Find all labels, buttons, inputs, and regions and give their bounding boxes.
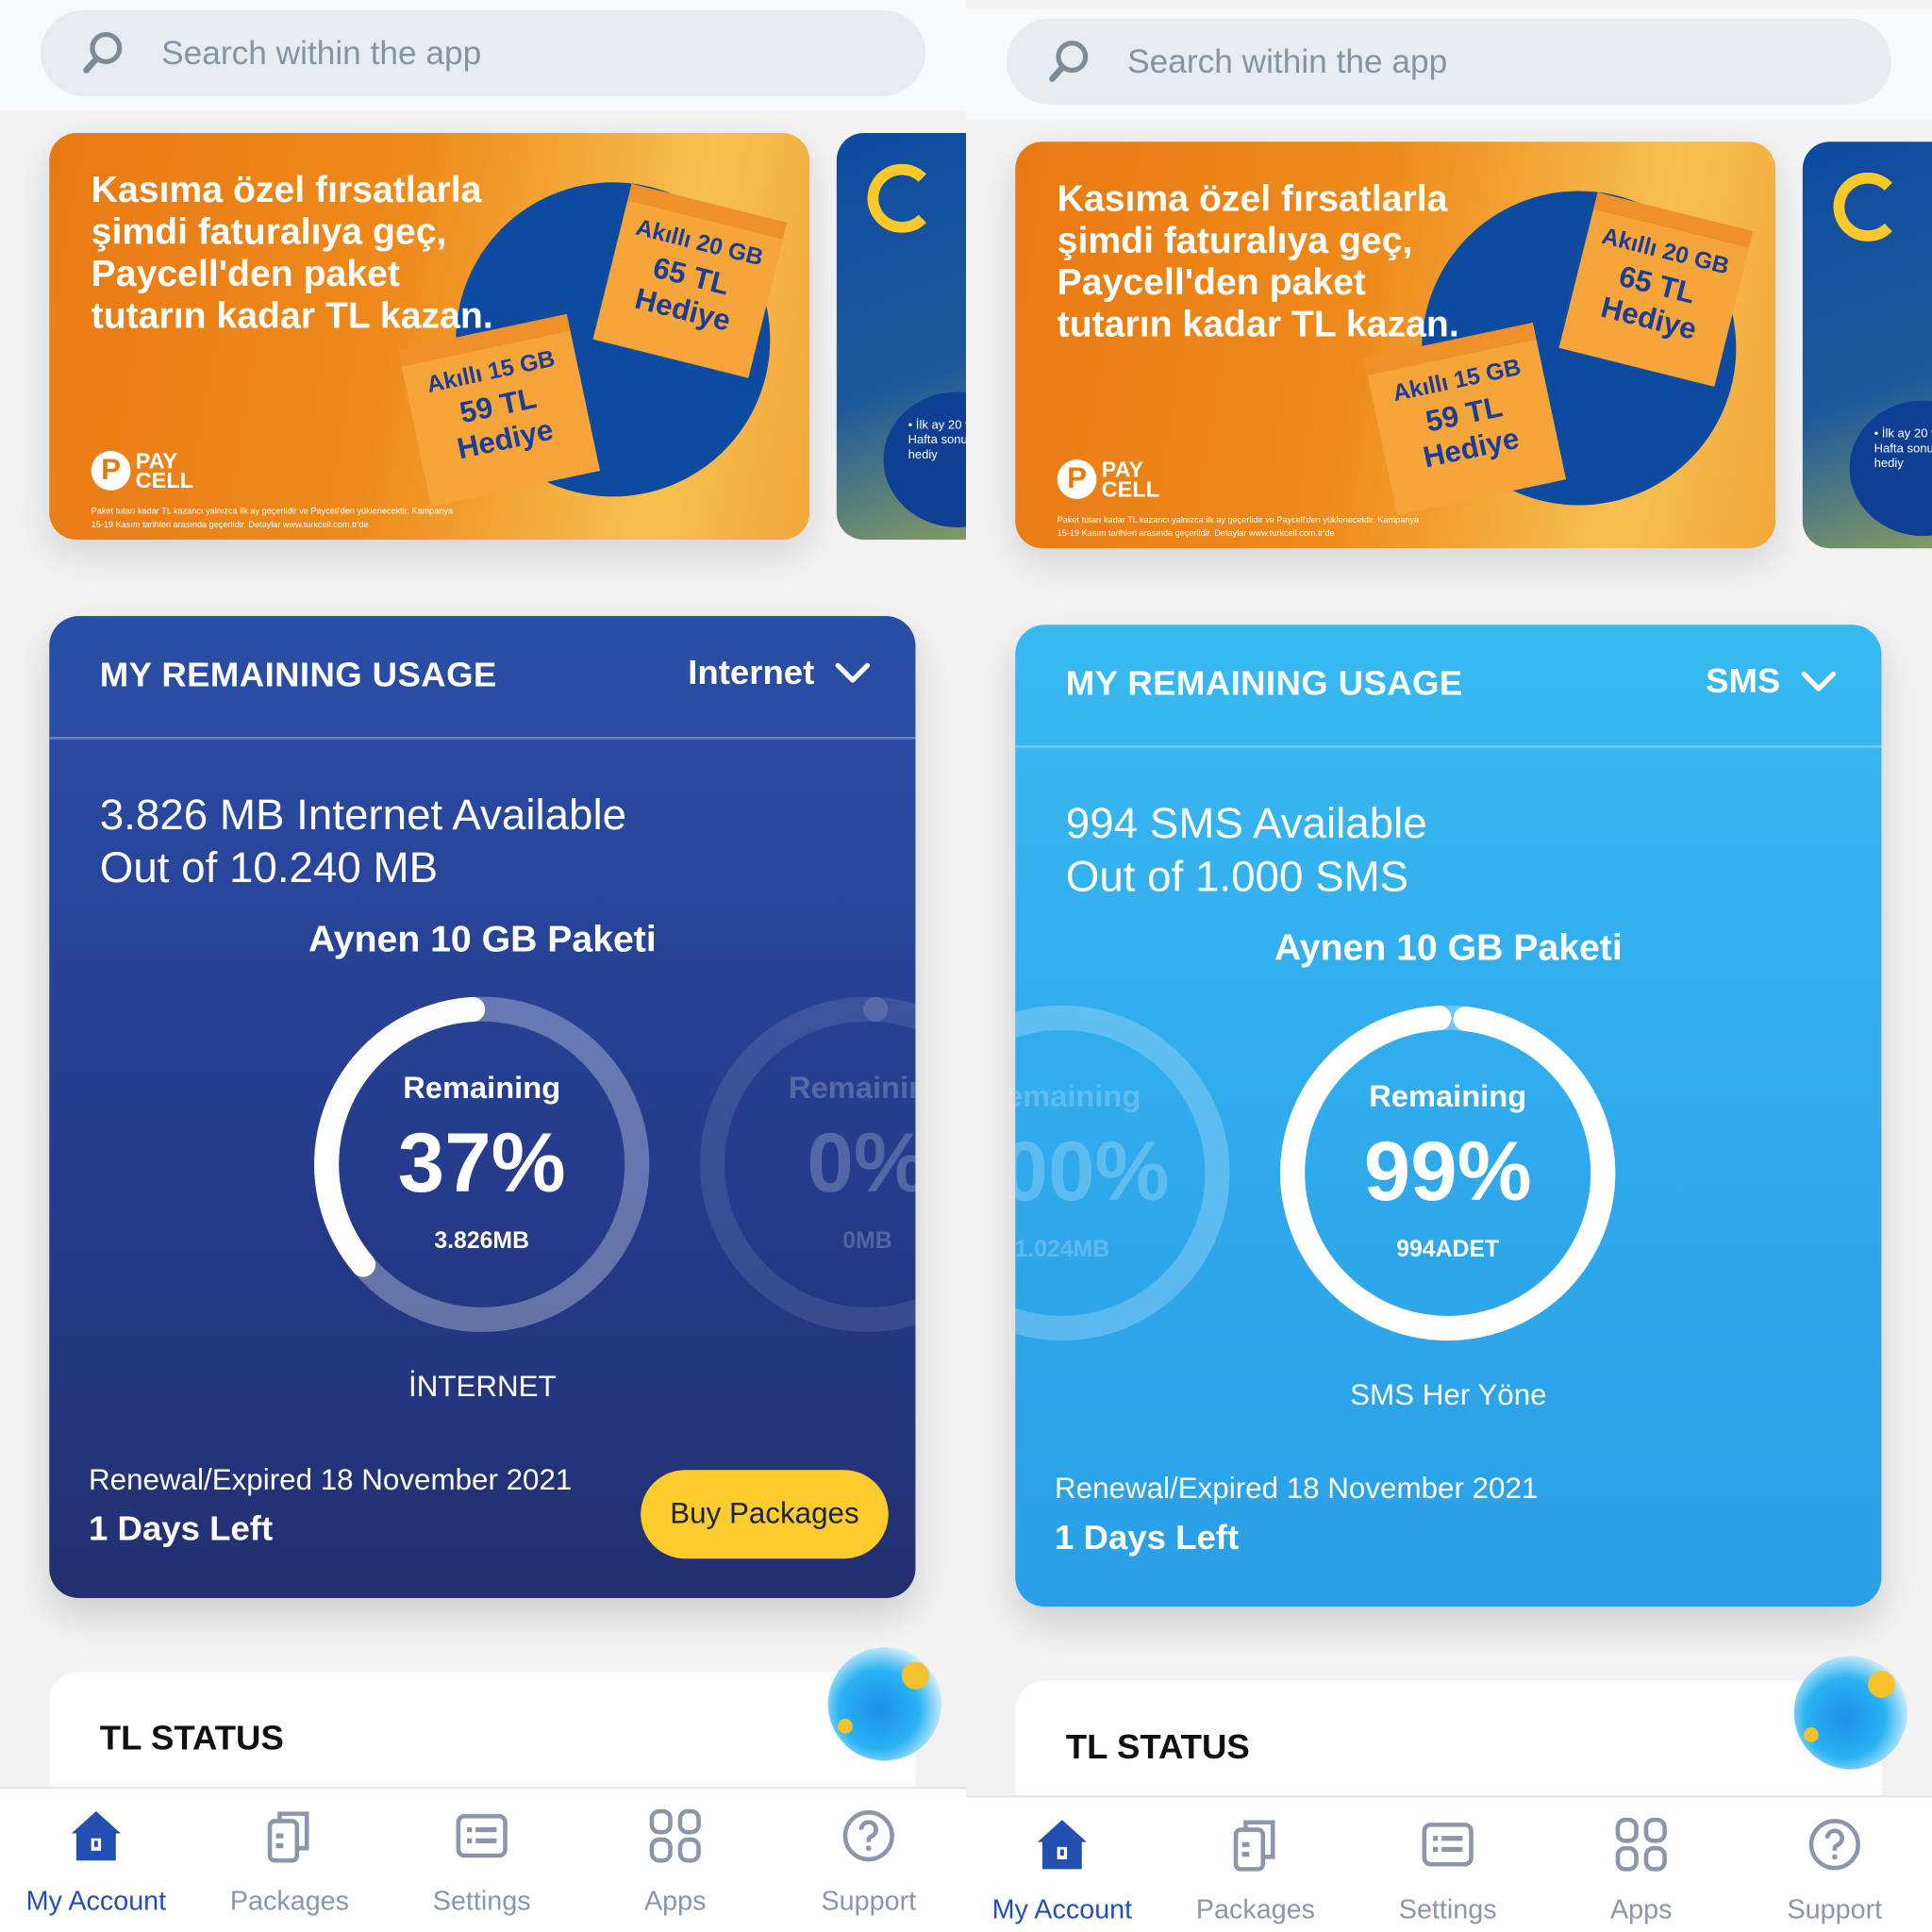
bottom-nav: My Account Packages Settings Apps Suppor…: [965, 1795, 1932, 1932]
usage-summary: 994 SMS Available Out of 1.000 SMS: [1066, 797, 1427, 903]
nav-my-account[interactable]: My Account: [4, 1807, 189, 1918]
usage-type-value: SMS: [1706, 661, 1781, 700]
total-text: Out of 1.000 SMS: [1065, 852, 1409, 901]
usage-type-value: Internet: [688, 653, 815, 691]
nav-packages[interactable]: Packages: [1163, 1815, 1348, 1926]
app-screens: Search within the app Kasıma özel fırsat…: [0, 0, 1932, 1932]
chevron-down-icon: [1801, 671, 1837, 691]
ring-amount: 994ADET: [1396, 1237, 1500, 1263]
paycell-logo: P PAY CELL: [1057, 458, 1159, 500]
search-placeholder: Search within the app: [1127, 42, 1448, 80]
remaining-usage-card: MY REMAINING USAGE SMS 994 SMS Available…: [1015, 625, 1882, 1607]
renewal-date: Renewal/Expired 18 November 2021: [89, 1463, 573, 1497]
usage-ring[interactable]: Remaining 37% 3.826MB: [309, 991, 655, 1337]
search-icon: [1049, 41, 1089, 82]
turkcell-logo: [1833, 172, 1903, 242]
nav-settings[interactable]: Settings: [1356, 1815, 1541, 1926]
settings-list-icon: [1422, 1823, 1474, 1867]
nav-apps[interactable]: Apps: [583, 1807, 768, 1918]
chevron-down-icon: [835, 662, 871, 683]
ghost-usage-ring[interactable]: Remaining100%1.024MB: [1015, 1001, 1234, 1346]
ghost-usage-ring[interactable]: Remaining0%0MB: [695, 991, 916, 1337]
assistant-bubble-icon[interactable]: [1793, 1656, 1907, 1770]
packages-icon: [267, 1811, 309, 1863]
remaining-usage-card: MY REMAINING USAGE Internet 3.826 MB Int…: [49, 616, 916, 1599]
nav-settings[interactable]: Settings: [390, 1807, 575, 1918]
usage-type-dropdown[interactable]: Internet: [688, 653, 871, 692]
days-left: 1 Days Left: [1055, 1518, 1240, 1557]
home-icon: [71, 1810, 121, 1861]
home-icon: [1037, 1820, 1087, 1870]
usage-category: SMS Her Yöne: [1350, 1378, 1547, 1412]
total-text: Out of 10.240 MB: [99, 843, 439, 892]
usage-title: MY REMAINING USAGE: [1065, 663, 1463, 703]
tl-status-title: TL STATUS: [99, 1719, 284, 1757]
bottom-nav: My Account Packages Settings Apps Suppor…: [0, 1786, 966, 1932]
available-text: 3.826 MB Internet Available: [99, 791, 627, 840]
promo-banner[interactable]: Kasıma özel fırsatlarla şimdi faturalıya…: [1015, 142, 1776, 549]
package-name: Aynen 10 GB Paketi: [308, 919, 657, 960]
top-bar: Search within the app: [0, 0, 966, 111]
banner-headline: Kasıma özel fırsatlarla şimdi faturalıya…: [1057, 178, 1459, 345]
apps-grid-icon: [649, 1808, 701, 1863]
search-input[interactable]: Search within the app: [41, 9, 925, 96]
tl-status-title: TL STATUS: [1065, 1727, 1250, 1766]
turkcell-logo: [867, 163, 937, 233]
divider: [1015, 745, 1882, 748]
packages-icon: [1233, 1820, 1275, 1872]
search-icon: [83, 31, 123, 74]
assistant-bubble-icon[interactable]: [827, 1647, 941, 1761]
buy-packages-button[interactable]: Buy Packages: [641, 1470, 889, 1559]
banner-headline: Kasıma özel fırsatlarla şimdi faturalıya…: [91, 170, 493, 337]
nav-packages[interactable]: Packages: [197, 1807, 382, 1918]
nav-support[interactable]: Support: [1742, 1815, 1927, 1926]
ring-percent: 37%: [397, 1116, 566, 1210]
usage-type-dropdown[interactable]: SMS: [1706, 661, 1837, 701]
sms-screen: Search within the app Kasıma özel fırsat…: [965, 8, 1932, 1932]
available-text: 994 SMS Available: [1065, 799, 1427, 848]
banner-fine-print: Paket tutarı kadar TL kazancı yalnızca i…: [91, 508, 454, 530]
promo-banner[interactable]: Kasıma özel fırsatlarla şimdi faturalıya…: [49, 133, 810, 541]
top-bar: Search within the app: [965, 8, 1932, 120]
paycell-logo: P PAY CELL: [91, 450, 193, 491]
usage-summary: 3.826 MB Internet Available Out of 10.240…: [100, 789, 626, 894]
apps-grid-icon: [1615, 1817, 1667, 1872]
settings-list-icon: [456, 1813, 508, 1858]
package-name: Aynen 10 GB Paketi: [1274, 927, 1623, 969]
next-banner[interactable]: • İlk ay 20 varan hedi • Hafta sonu 2 ke…: [836, 133, 966, 541]
nav-apps[interactable]: Apps: [1549, 1815, 1734, 1926]
banner-fine-print: Paket tutarı kadar TL kazancı yalnızca i…: [1057, 516, 1420, 539]
help-circle-icon: [842, 1810, 894, 1862]
internet-screen: Search within the app Kasıma özel fırsat…: [0, 0, 966, 1932]
divider: [49, 737, 916, 740]
help-circle-icon: [1808, 1819, 1860, 1871]
usage-category: İNTERNET: [408, 1370, 557, 1404]
usage-ring[interactable]: Remaining 99% 994ADET: [1275, 1001, 1621, 1346]
days-left: 1 Days Left: [89, 1508, 274, 1548]
ring-amount: 3.826MB: [434, 1228, 530, 1255]
nav-my-account[interactable]: My Account: [970, 1815, 1155, 1926]
nav-support[interactable]: Support: [776, 1807, 961, 1918]
ring-percent: 99%: [1363, 1124, 1532, 1219]
next-banner[interactable]: • İlk ay 20 varan hedi • Hafta sonu 2 ke…: [1802, 142, 1932, 549]
next-banner-text: • İlk ay 20 varan hedi • Hafta sonu 2 ke…: [1849, 400, 1932, 537]
renewal-date: Renewal/Expired 18 November 2021: [1055, 1472, 1539, 1507]
ring-label: Remaining: [1369, 1079, 1527, 1114]
next-banner-text: • İlk ay 20 varan hedi • Hafta sonu 2 ke…: [883, 391, 966, 528]
search-placeholder: Search within the app: [161, 33, 482, 72]
search-input[interactable]: Search within the app: [1007, 18, 1891, 106]
ring-label: Remaining: [403, 1071, 561, 1106]
usage-title: MY REMAINING USAGE: [99, 655, 497, 694]
